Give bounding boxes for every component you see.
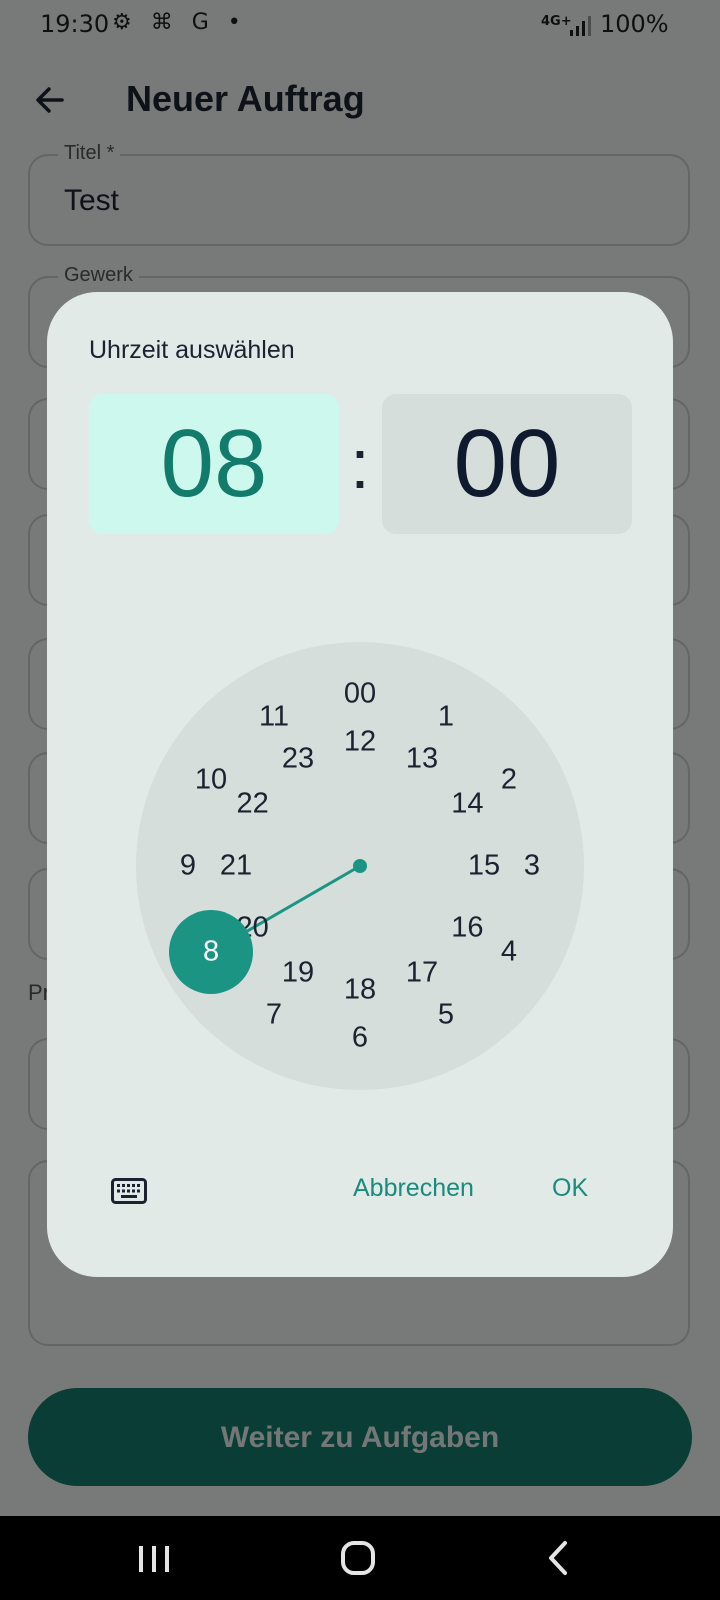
hour-display[interactable]: 08 — [89, 394, 339, 534]
dial-outer-hour-6[interactable]: 6 — [352, 1022, 368, 1055]
dial-inner-hour-16[interactable]: 16 — [451, 912, 483, 945]
selected-hour-label: 8 — [202, 935, 220, 968]
clock-dial[interactable]: 0012345678910111213141516171819202122238 — [136, 642, 584, 1090]
dial-inner-hour-14[interactable]: 14 — [451, 788, 483, 821]
dial-outer-hour-4[interactable]: 4 — [501, 936, 517, 969]
dial-inner-hour-15[interactable]: 15 — [468, 850, 500, 883]
dial-inner-hour-23[interactable]: 23 — [282, 742, 314, 775]
dial-outer-hour-00[interactable]: 00 — [344, 678, 376, 711]
dial-inner-hour-12[interactable]: 12 — [344, 726, 376, 759]
dialog-title: Uhrzeit auswählen — [89, 336, 295, 364]
system-back-icon[interactable] — [547, 1540, 569, 1576]
dial-inner-hour-13[interactable]: 13 — [406, 742, 438, 775]
dial-outer-hour-9[interactable]: 9 — [180, 850, 196, 883]
dial-inner-hour-17[interactable]: 17 — [406, 957, 438, 990]
dial-outer-hour-2[interactable]: 2 — [501, 764, 517, 797]
dial-outer-hour-5[interactable]: 5 — [438, 998, 454, 1031]
dial-inner-hour-19[interactable]: 19 — [282, 957, 314, 990]
dial-outer-hour-1[interactable]: 1 — [438, 701, 454, 734]
ok-button[interactable]: OK — [546, 1158, 594, 1218]
dial-inner-hour-22[interactable]: 22 — [236, 788, 268, 821]
home-icon[interactable] — [340, 1540, 376, 1576]
minute-display[interactable]: 00 — [382, 394, 632, 534]
cancel-button[interactable]: Abbrechen — [347, 1158, 480, 1218]
time-separator: : — [350, 425, 370, 503]
dial-outer-hour-10[interactable]: 10 — [195, 764, 227, 797]
dial-outer-hour-3[interactable]: 3 — [524, 850, 540, 883]
system-nav-bar — [0, 1516, 720, 1600]
dial-inner-hour-18[interactable]: 18 — [344, 974, 376, 1007]
clock-center-dot — [353, 859, 367, 873]
dial-outer-hour-11[interactable]: 11 — [259, 701, 289, 734]
keyboard-icon[interactable] — [111, 1178, 147, 1204]
recent-apps-icon[interactable] — [137, 1544, 171, 1574]
dial-inner-hour-21[interactable]: 21 — [220, 850, 252, 883]
dial-outer-hour-7[interactable]: 7 — [266, 998, 282, 1031]
time-picker-dialog: Uhrzeit auswählen 08 : 00 00123456789101… — [47, 292, 673, 1277]
